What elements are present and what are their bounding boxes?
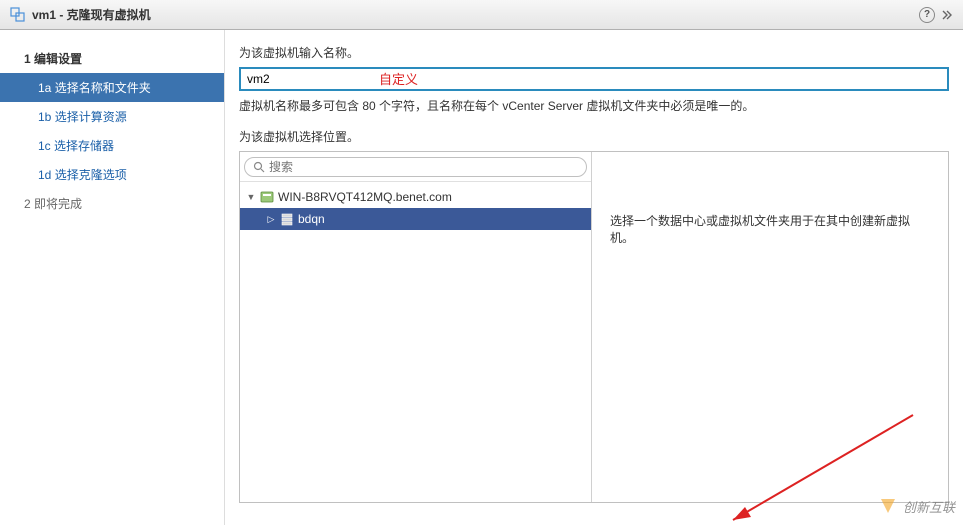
name-hint: 虚拟机名称最多可包含 80 个字符，且名称在每个 vCenter Server … (239, 97, 949, 114)
search-icon (253, 161, 265, 173)
datacenter-icon (280, 212, 294, 226)
substep-label: 选择存储器 (54, 139, 114, 153)
tree-panel: ▼ WIN-B8RVQT412MQ.benet.com ▷ (240, 152, 592, 502)
substep-1c[interactable]: 1c 选择存储器 (0, 131, 224, 160)
dock-icon[interactable] (941, 9, 953, 21)
substep-number: 1a (38, 81, 51, 95)
help-icon[interactable]: ? (919, 7, 935, 23)
step-label: 编辑设置 (34, 52, 82, 66)
location-box: ▼ WIN-B8RVQT412MQ.benet.com ▷ (239, 151, 949, 503)
substep-number: 1c (38, 139, 51, 153)
step-number: 2 (24, 197, 31, 211)
substep-1d[interactable]: 1d 选择克隆选项 (0, 160, 224, 189)
expand-icon[interactable]: ▷ (266, 214, 276, 225)
tree-root-label: WIN-B8RVQT412MQ.benet.com (278, 190, 452, 204)
info-text: 选择一个数据中心或虚拟机文件夹用于在其中创建新虚拟机。 (610, 212, 930, 246)
vm-clone-icon (10, 7, 26, 23)
step-label: 即将完成 (34, 197, 82, 211)
titlebar-left: vm1 - 克隆现有虚拟机 (10, 6, 151, 23)
collapse-icon[interactable]: ▼ (246, 192, 256, 202)
substep-1b[interactable]: 1b 选择计算资源 (0, 102, 224, 131)
wizard-content: 为该虚拟机输入名称。 自定义 虚拟机名称最多可包含 80 个字符，且名称在每个 … (225, 30, 963, 525)
search-bar (240, 152, 591, 182)
vcenter-icon (260, 190, 274, 204)
step-2[interactable]: 2 即将完成 (0, 189, 224, 218)
step-number: 1 (24, 52, 31, 66)
vm-name-input[interactable] (239, 67, 949, 91)
window-title: vm1 - 克隆现有虚拟机 (32, 6, 151, 23)
tree: ▼ WIN-B8RVQT412MQ.benet.com ▷ (240, 182, 591, 502)
titlebar: vm1 - 克隆现有虚拟机 ? (0, 0, 963, 30)
tree-root-row[interactable]: ▼ WIN-B8RVQT412MQ.benet.com (240, 186, 591, 208)
tree-child-label: bdqn (298, 212, 325, 226)
main-area: 1 编辑设置 1a 选择名称和文件夹 1b 选择计算资源 1c 选择存储器 1d… (0, 30, 963, 525)
tree-child-row[interactable]: ▷ bdqn (240, 208, 591, 230)
substep-label: 选择计算资源 (55, 110, 127, 124)
name-input-wrap: 自定义 (239, 67, 949, 91)
substep-number: 1d (38, 168, 51, 182)
wizard-sidebar: 1 编辑设置 1a 选择名称和文件夹 1b 选择计算资源 1c 选择存储器 1d… (0, 30, 225, 525)
name-label: 为该虚拟机输入名称。 (239, 44, 949, 61)
info-panel: 选择一个数据中心或虚拟机文件夹用于在其中创建新虚拟机。 (592, 152, 948, 502)
substep-label: 选择名称和文件夹 (55, 81, 151, 95)
titlebar-right: ? (919, 7, 953, 23)
search-inner[interactable] (244, 157, 587, 177)
search-input[interactable] (269, 160, 578, 174)
step-1[interactable]: 1 编辑设置 (0, 44, 224, 73)
substep-label: 选择克隆选项 (55, 168, 127, 182)
substep-1a[interactable]: 1a 选择名称和文件夹 (0, 73, 224, 102)
location-label: 为该虚拟机选择位置。 (239, 128, 949, 145)
substep-number: 1b (38, 110, 51, 124)
